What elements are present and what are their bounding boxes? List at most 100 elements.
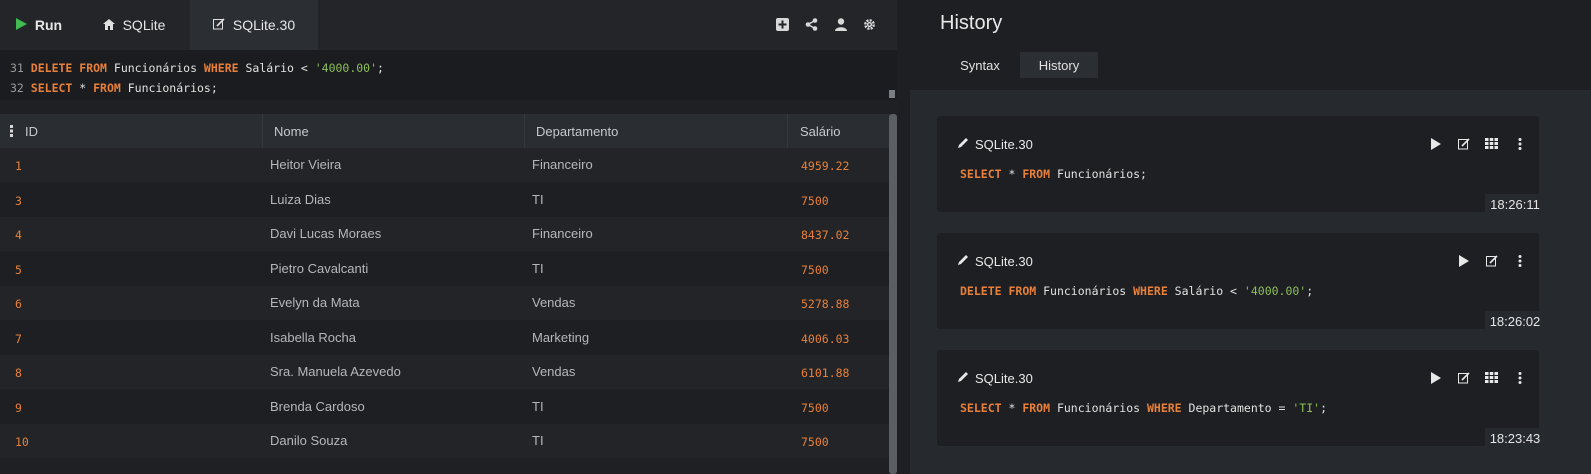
code-token: DELETE bbox=[30, 61, 73, 75]
cell-id: 7 bbox=[15, 331, 22, 346]
cell-id: 9 bbox=[15, 400, 22, 415]
add-icon[interactable] bbox=[775, 17, 790, 32]
cell-salario: 7500 bbox=[801, 193, 829, 208]
edit-icon[interactable] bbox=[1456, 136, 1471, 151]
history-entry-db: SQLite.30 bbox=[975, 137, 1033, 152]
more-icon[interactable] bbox=[1512, 370, 1527, 385]
cell-departamento: Vendas bbox=[532, 364, 576, 379]
cell-nome: Danilo Souza bbox=[270, 433, 348, 448]
tab-sqlite30-label: SQLite.30 bbox=[232, 17, 296, 33]
history-panel: History Syntax History SQLite.30 SELECT *… bbox=[910, 0, 1591, 474]
code-token: * bbox=[72, 81, 94, 95]
code-token: FROM bbox=[1022, 401, 1051, 415]
cell-departamento: Financeiro bbox=[532, 157, 593, 172]
run-button[interactable]: Run bbox=[0, 0, 78, 50]
tab-sqlite[interactable]: SQLite bbox=[84, 0, 184, 50]
table-row[interactable]: 9 Brenda Cardoso TI 7500 bbox=[0, 389, 889, 424]
cell-departamento: Marketing bbox=[532, 329, 590, 345]
code-token: Salário < bbox=[238, 61, 315, 75]
line-number: 31 bbox=[10, 61, 24, 75]
cell-nome: Pietro Cavalcanti bbox=[270, 260, 369, 276]
edit-icon[interactable] bbox=[1484, 253, 1499, 268]
gear-icon[interactable] bbox=[862, 17, 877, 32]
column-header-nome[interactable]: Nome bbox=[274, 124, 309, 139]
panel-title: History bbox=[940, 12, 1003, 34]
history-entry[interactable]: SQLite.30 DELETE FROM Funcionários WHERE … bbox=[937, 233, 1545, 331]
cell-id: 8 bbox=[15, 366, 22, 380]
code-token: Funcionários bbox=[106, 61, 204, 75]
edit-icon[interactable] bbox=[1456, 370, 1471, 385]
editor-scroll-handle[interactable] bbox=[889, 90, 895, 98]
code-token: SELECT bbox=[960, 401, 1002, 415]
code-token: WHERE bbox=[203, 61, 239, 75]
code-token: Salário < bbox=[1167, 284, 1244, 298]
cell-departamento: Vendas bbox=[532, 295, 576, 310]
table-row[interactable]: 1 Heitor Vieira Financeiro 4959.22 bbox=[0, 148, 889, 182]
code-token: FROM bbox=[93, 81, 121, 95]
cell-salario: 7500 bbox=[801, 262, 829, 277]
code-editor[interactable]: 31 DELETE FROM Funcionários WHERE Salári… bbox=[0, 50, 897, 100]
tab-syntax[interactable]: Syntax bbox=[940, 52, 1020, 78]
table-row[interactable]: 4 Davi Lucas Moraes Financeiro 8437.02 bbox=[0, 217, 889, 251]
history-entry-title: SQLite.30 bbox=[957, 254, 1033, 269]
cell-salario: 5278.88 bbox=[801, 297, 850, 311]
more-icon[interactable] bbox=[1512, 253, 1527, 268]
play-icon bbox=[15, 17, 35, 33]
code-token: '4000.00' bbox=[314, 61, 378, 75]
play-icon[interactable] bbox=[1456, 253, 1471, 268]
tab-sqlite30[interactable]: SQLite.30 bbox=[190, 0, 318, 50]
cell-salario: 6101.88 bbox=[801, 366, 850, 380]
play-icon[interactable] bbox=[1428, 370, 1443, 385]
code-token: DELETE bbox=[960, 284, 1002, 298]
code-token: Departamento = bbox=[1181, 401, 1293, 415]
code-token: Funcionários; bbox=[1050, 167, 1147, 181]
column-divider[interactable] bbox=[524, 114, 525, 148]
line-number: 32 bbox=[10, 81, 24, 95]
code-token: FROM bbox=[79, 61, 107, 75]
table-row[interactable]: 6 Evelyn da Mata Vendas 5278.88 bbox=[0, 286, 889, 320]
results-grid: ID Nome Departamento Salário 1 Heitor Vie… bbox=[0, 114, 889, 474]
code-token: WHERE bbox=[1146, 401, 1182, 415]
more-icon[interactable] bbox=[1512, 136, 1527, 151]
code-line-31: 31 DELETE FROM Funcionários WHERE Salári… bbox=[10, 61, 384, 75]
cell-id: 10 bbox=[15, 435, 29, 449]
table-row[interactable]: 8 Sra. Manuela Azevedo Vendas 6101.88 bbox=[0, 355, 889, 389]
pencil-icon bbox=[957, 371, 975, 386]
cell-id: 6 bbox=[15, 297, 22, 311]
share-icon[interactable] bbox=[804, 17, 819, 32]
column-header-departamento[interactable]: Departamento bbox=[536, 124, 618, 139]
cell-nome: Luiza Dias bbox=[270, 191, 331, 207]
cell-nome: Sra. Manuela Azevedo bbox=[270, 364, 401, 379]
cell-salario: 4959.22 bbox=[801, 159, 850, 173]
cell-salario: 7500 bbox=[801, 400, 829, 415]
table-row[interactable]: 3 Luiza Dias TI 7500 bbox=[0, 182, 889, 217]
grid-header: ID Nome Departamento Salário bbox=[0, 114, 889, 148]
column-divider[interactable] bbox=[787, 114, 788, 148]
toolbar: Run SQLite SQLite.30 bbox=[0, 0, 897, 50]
history-entry-db: SQLite.30 bbox=[975, 254, 1033, 269]
grid-scrollbar[interactable] bbox=[889, 114, 897, 474]
cell-id: 3 bbox=[15, 193, 22, 208]
column-header-salario[interactable]: Salário bbox=[800, 124, 840, 139]
cell-id: 1 bbox=[15, 159, 22, 173]
grid-icon[interactable] bbox=[1484, 370, 1499, 385]
tab-history[interactable]: History bbox=[1020, 52, 1098, 78]
column-menu-icon[interactable] bbox=[10, 125, 14, 140]
cell-nome: Davi Lucas Moraes bbox=[270, 226, 382, 241]
history-entry-time: 18:23:43 bbox=[1485, 428, 1545, 448]
table-row[interactable]: 7 Isabella Rocha Marketing 4006.03 bbox=[0, 320, 889, 355]
user-icon[interactable] bbox=[833, 17, 848, 32]
code-token: WHERE bbox=[1133, 284, 1168, 298]
play-icon[interactable] bbox=[1428, 136, 1443, 151]
column-header-id[interactable]: ID bbox=[25, 124, 38, 139]
cell-departamento: TI bbox=[532, 191, 544, 207]
history-entry-sql: DELETE FROM Funcionários WHERE Salário <… bbox=[960, 284, 1313, 298]
grid-icon[interactable] bbox=[1484, 136, 1499, 151]
cell-salario: 8437.02 bbox=[801, 228, 850, 242]
table-row[interactable]: 5 Pietro Cavalcanti TI 7500 bbox=[0, 251, 889, 286]
history-entry[interactable]: SQLite.30 SELECT * FROM Funcionários; 18:2… bbox=[937, 116, 1545, 214]
home-icon bbox=[102, 17, 123, 33]
column-divider[interactable] bbox=[262, 114, 263, 148]
history-entry[interactable]: SQLite.30 SELECT * FROM Funcionários WHER… bbox=[937, 350, 1545, 448]
table-row[interactable]: 10 Danilo Souza TI 7500 bbox=[0, 424, 889, 458]
